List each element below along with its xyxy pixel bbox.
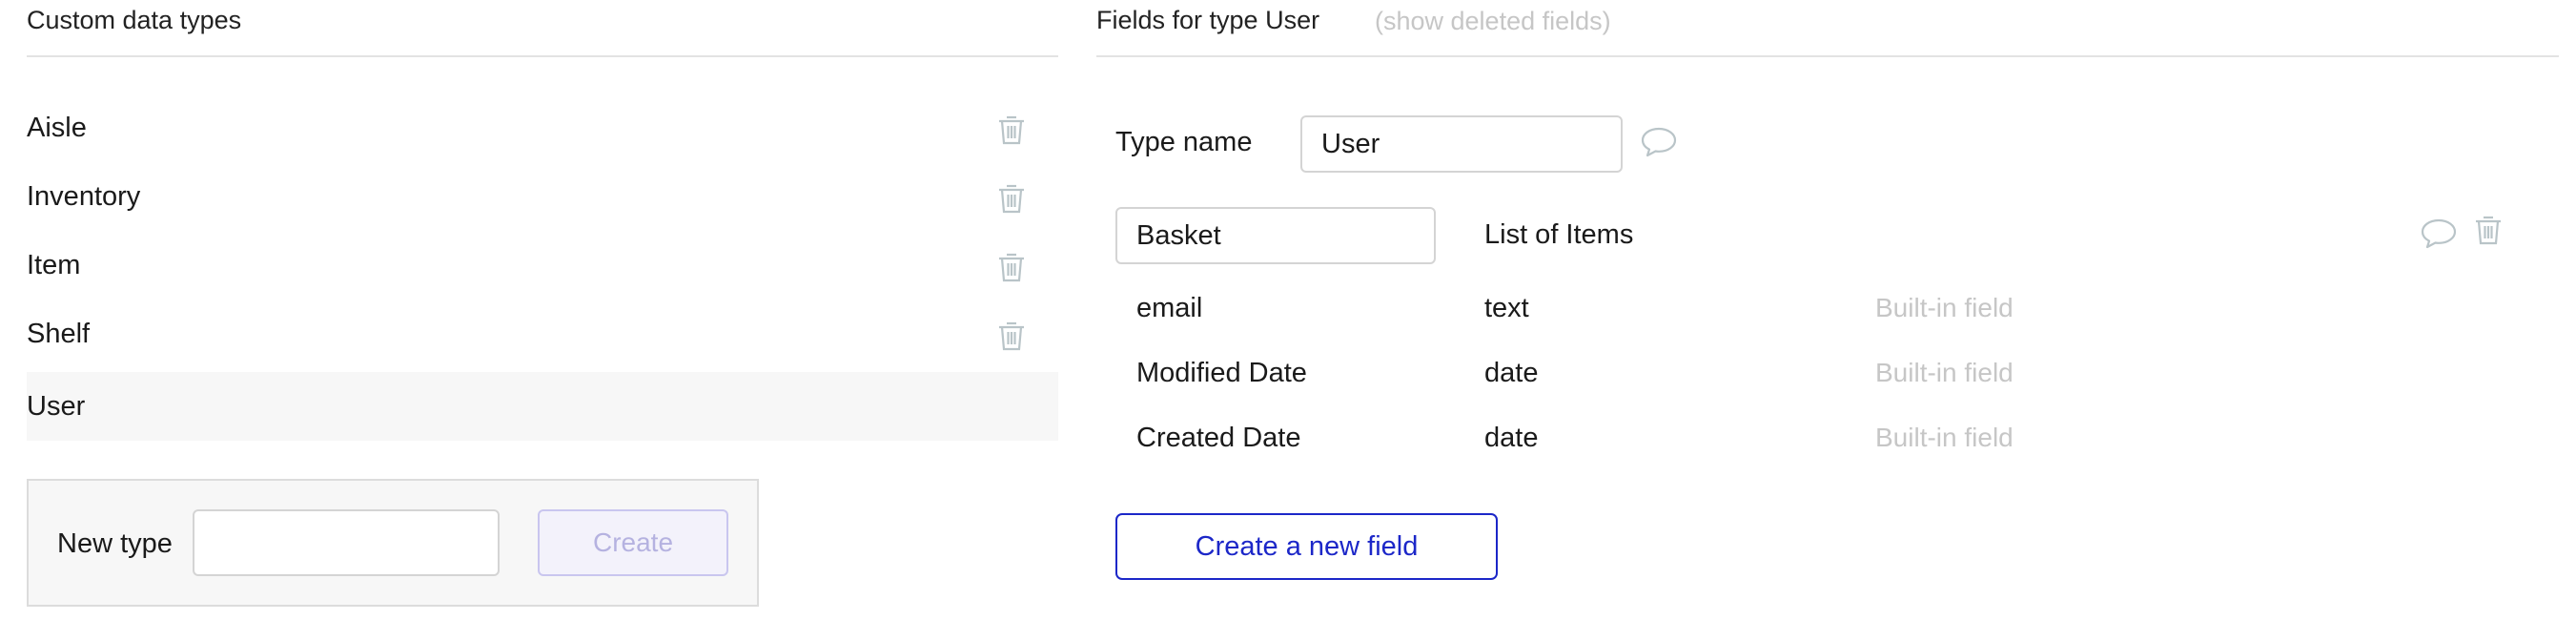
builtin-field-note: Built-in field xyxy=(1875,293,2014,322)
left-header-divider xyxy=(27,55,1058,57)
type-label: Inventory xyxy=(27,180,141,212)
right-header-divider xyxy=(1096,55,2559,57)
new-type-input[interactable] xyxy=(193,509,500,576)
type-row-user[interactable]: User xyxy=(27,372,1058,441)
trash-icon[interactable] xyxy=(997,182,1026,215)
custom-data-types-title: Custom data types xyxy=(27,6,242,34)
trash-icon[interactable] xyxy=(997,114,1026,146)
field-type-email: text xyxy=(1484,293,1529,323)
field-type-modified-date: date xyxy=(1484,358,1539,388)
type-label: Item xyxy=(27,249,81,280)
type-label: User xyxy=(27,390,86,422)
type-row-item[interactable]: Item xyxy=(27,231,1058,300)
create-new-field-button[interactable]: Create a new field xyxy=(1115,513,1498,580)
builtin-field-note: Built-in field xyxy=(1875,423,2014,452)
type-name-label: Type name xyxy=(1115,127,1253,157)
fields-panel-title: Fields for type User xyxy=(1096,6,1320,34)
type-row-inventory[interactable]: Inventory xyxy=(27,162,1058,231)
comment-icon[interactable] xyxy=(1640,126,1678,158)
builtin-field-note: Built-in field xyxy=(1875,358,2014,387)
create-type-button[interactable]: Create xyxy=(538,509,728,576)
trash-icon[interactable] xyxy=(2474,214,2503,246)
field-name-modified-date: Modified Date xyxy=(1136,358,1307,388)
new-type-panel: New type Create xyxy=(27,479,759,607)
field-type-basket: List of Items xyxy=(1484,219,1634,250)
type-row-aisle[interactable]: Aisle xyxy=(27,93,1058,162)
field-name-created-date: Created Date xyxy=(1136,423,1301,453)
comment-icon[interactable] xyxy=(2420,217,2458,250)
type-label: Aisle xyxy=(27,112,87,143)
trash-icon[interactable] xyxy=(997,320,1026,352)
field-name-input-basket[interactable]: Basket xyxy=(1115,207,1436,264)
new-type-label: New type xyxy=(57,528,173,559)
field-name-email: email xyxy=(1136,293,1203,323)
show-deleted-fields-link[interactable]: (show deleted fields) xyxy=(1375,7,1611,36)
type-row-shelf[interactable]: Shelf xyxy=(27,300,1058,368)
type-label: Shelf xyxy=(27,318,91,349)
trash-icon[interactable] xyxy=(997,251,1026,283)
type-name-input[interactable]: User xyxy=(1300,115,1623,173)
field-type-created-date: date xyxy=(1484,423,1539,453)
